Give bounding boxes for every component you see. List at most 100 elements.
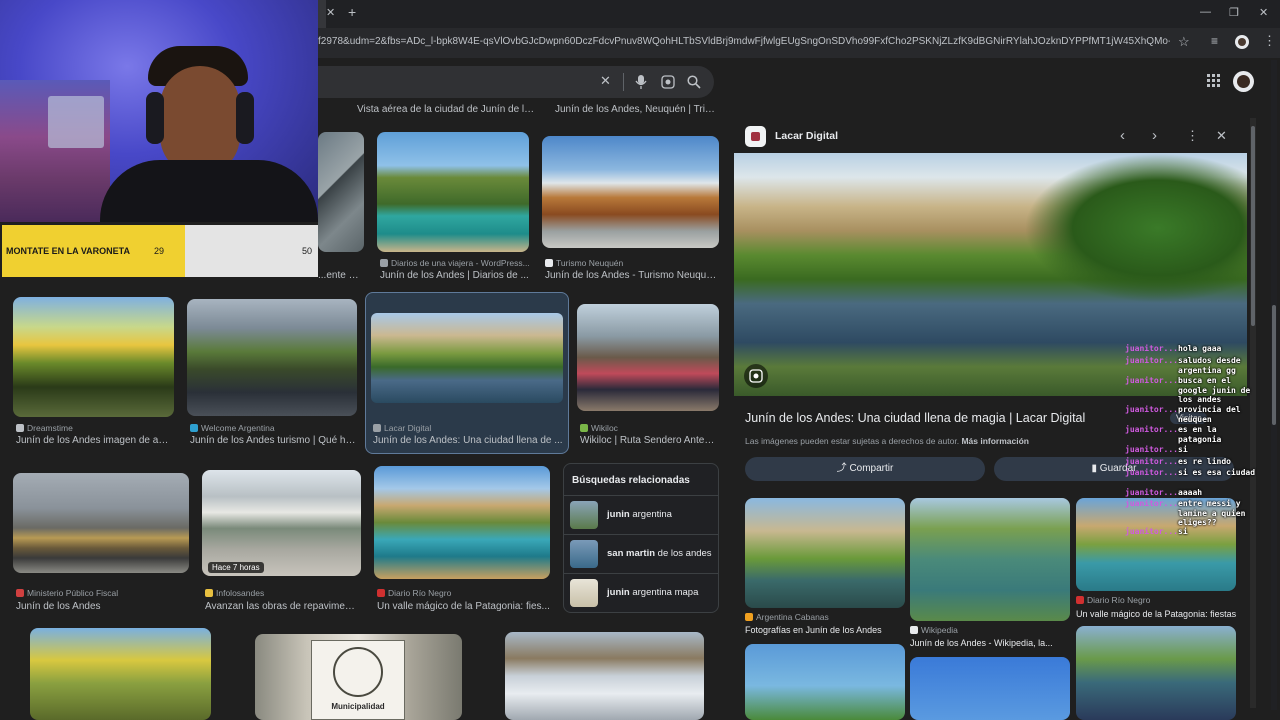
similar-image[interactable]	[745, 644, 905, 720]
result-image[interactable]	[13, 297, 174, 417]
headphone-right	[236, 92, 254, 144]
notice-text: Las imágenes pueden estar sujetas a dere…	[745, 436, 960, 446]
result-image[interactable]	[374, 466, 550, 579]
result-source[interactable]: Wikiloc	[580, 423, 718, 433]
more-options-icon[interactable]: ⋮	[1186, 128, 1199, 144]
result-caption[interactable]: Junín de los Andes: Una ciudad llena de …	[373, 435, 563, 446]
chat-username: juanitor...	[1125, 445, 1178, 454]
result-source[interactable]: Welcome Argentina	[190, 423, 355, 433]
result-source[interactable]: Diario Río Negro	[377, 588, 550, 598]
result-source[interactable]: Dreamstime	[16, 423, 171, 433]
recency-badge: Hace 7 horas	[208, 562, 264, 573]
result-source[interactable]: Lacar Digital	[373, 423, 563, 433]
similar-source[interactable]: Diario Río Negro	[1076, 595, 1236, 605]
active-tab-edge[interactable]	[318, 0, 326, 28]
chevron-left-icon[interactable]: ‹	[1120, 127, 1125, 144]
minimize-icon[interactable]: —	[1200, 6, 1211, 18]
similar-image[interactable]	[1076, 626, 1236, 720]
related-item[interactable]: san martin de los andes	[570, 540, 718, 568]
apps-grid-icon[interactable]	[1207, 74, 1221, 88]
similar-caption[interactable]: Un valle mágico de la Patagonia: fiestas…	[1076, 609, 1236, 619]
source-label: Wikiloc	[591, 423, 618, 433]
result-image[interactable]	[505, 632, 704, 720]
bookmark-star-icon[interactable]: ☆	[1178, 34, 1190, 50]
chevron-right-icon[interactable]: ›	[1152, 127, 1157, 144]
mic-icon[interactable]	[635, 75, 647, 89]
chat-username: juanitor...	[1125, 376, 1178, 385]
share-label: Compartir	[849, 463, 894, 474]
result-caption[interactable]: Wikiloc | Ruta Sendero Anten...	[580, 435, 718, 446]
similar-source[interactable]: Argentina Cabanas	[745, 612, 905, 622]
result-caption[interactable]: Un valle mágico de la Patagonia: fies...	[377, 601, 550, 612]
search-icon[interactable]	[687, 75, 701, 89]
result-caption[interactable]: Junín de los Andes | Diarios de ...	[380, 270, 530, 281]
related-item[interactable]: junin argentina mapa	[570, 579, 718, 607]
result-image[interactable]	[318, 132, 364, 252]
chat-message: es en la patagonia	[1178, 425, 1222, 444]
lens-icon[interactable]	[661, 75, 675, 89]
url-text[interactable]: f2978&udm=2&fbs=ADc_l-bpk8W4E-qsVlOvbGJc…	[318, 36, 1170, 47]
result-caption[interactable]: Junín de los Andes, Neuquén | Tripi...	[555, 104, 720, 115]
result-source[interactable]: Diarios de una viajera - WordPress...	[380, 258, 530, 268]
similar-source[interactable]: Wikipedia	[910, 625, 1070, 635]
tab-close-icon[interactable]: ✕	[326, 6, 335, 19]
search-divider	[623, 73, 624, 91]
poll-left-count: 29	[154, 246, 165, 256]
more-info-link[interactable]: Más información	[961, 436, 1029, 446]
result-source[interactable]: Infolosandes	[205, 588, 360, 598]
streamer-shirt	[100, 160, 318, 222]
result-image[interactable]	[13, 473, 189, 573]
similar-caption[interactable]: Fotografías en Junín de los Andes	[745, 625, 905, 635]
restore-icon[interactable]: ❐	[1229, 6, 1239, 19]
panel-title[interactable]: Junín de los Andes: Una ciudad llena de …	[745, 411, 1085, 425]
panel-site-name[interactable]: Lacar Digital	[775, 130, 838, 142]
result-caption[interactable]: ...ente so...	[318, 270, 363, 281]
similar-image[interactable]	[910, 498, 1070, 621]
related-item[interactable]: junin argentina	[570, 501, 718, 529]
poll-right-bar	[185, 225, 318, 277]
chat-message: busca en el google junin de los andes	[1178, 376, 1251, 404]
result-image[interactable]	[577, 304, 719, 411]
result-caption[interactable]: Avanzan las obras de repaviment...	[205, 601, 360, 612]
profile-avatar[interactable]	[1235, 35, 1249, 49]
result-image[interactable]: Municipalidad	[255, 634, 462, 720]
result-image[interactable]	[542, 136, 719, 248]
divider	[564, 573, 718, 574]
share-button[interactable]: ⤴ Compartir	[745, 457, 985, 481]
similar-caption[interactable]: Junín de los Andes - Wikipedia, la...	[910, 638, 1070, 648]
source-label: Infolosandes	[216, 588, 265, 598]
related-bold: junin	[607, 587, 630, 598]
close-panel-icon[interactable]: ✕	[1216, 128, 1227, 144]
search-box[interactable]: ✕	[318, 66, 714, 98]
google-account-avatar[interactable]	[1233, 71, 1254, 92]
page-scrollbar-track[interactable]	[1271, 60, 1277, 710]
result-source[interactable]: Turismo Neuquén	[545, 258, 715, 268]
site-favicon	[745, 126, 766, 147]
result-caption[interactable]: Junín de los Andes	[16, 601, 191, 612]
result-image[interactable]: Hace 7 horas	[202, 470, 361, 576]
similar-image[interactable]	[910, 657, 1070, 720]
chat-username: juanitor...	[1125, 356, 1178, 365]
window-close-icon[interactable]: ✕	[1259, 6, 1268, 19]
result-image[interactable]	[377, 132, 529, 252]
result-caption[interactable]: Vista aérea de la ciudad de Junín de lo.…	[357, 104, 535, 115]
related-rest: argentina	[629, 509, 672, 520]
result-source[interactable]: Ministerio Público Fiscal	[16, 588, 191, 598]
similar-image[interactable]	[745, 498, 905, 608]
tree-shape	[1024, 153, 1247, 303]
result-caption[interactable]: Junín de los Andes turismo | Qué ha...	[190, 435, 356, 446]
new-tab-button[interactable]: +	[348, 4, 356, 20]
browser-menu-icon[interactable]: ⋮	[1263, 33, 1276, 49]
result-image[interactable]	[30, 628, 211, 720]
source-label: Diarios de una viajera - WordPress...	[391, 258, 530, 268]
page-scrollbar-thumb[interactable]	[1272, 305, 1276, 425]
result-image[interactable]	[371, 313, 563, 403]
lens-search-button[interactable]	[744, 364, 768, 388]
panel-scrollbar-thumb[interactable]	[1251, 126, 1255, 326]
result-caption[interactable]: Junín de los Andes - Turismo Neuquen	[545, 270, 717, 281]
result-image[interactable]	[187, 299, 357, 416]
chat-message: saludos desde argentina gg	[1178, 356, 1241, 375]
result-caption[interactable]: Junín de los Andes imagen de arc...	[16, 435, 171, 446]
close-icon[interactable]: ✕	[600, 73, 611, 89]
reading-list-icon[interactable]: ≡	[1211, 34, 1218, 48]
